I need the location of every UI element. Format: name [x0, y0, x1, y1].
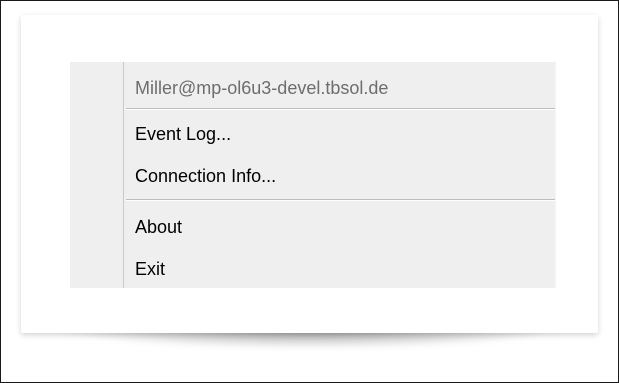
menu-item-event-log[interactable]: Event Log...	[135, 122, 231, 146]
menu-item-about[interactable]: About	[135, 215, 182, 239]
screenshot-card: Miller@mp-ol6u3-devel.tbsol.de Event Log…	[21, 15, 598, 333]
screenshot-frame: Miller@mp-ol6u3-devel.tbsol.de Event Log…	[0, 0, 619, 383]
menu-item-connection-info[interactable]: Connection Info...	[135, 164, 276, 188]
menu-icon-gutter-divider	[123, 62, 124, 288]
context-menu: Miller@mp-ol6u3-devel.tbsol.de Event Log…	[70, 62, 556, 288]
menu-header-account: Miller@mp-ol6u3-devel.tbsol.de	[135, 78, 389, 98]
menu-item-exit[interactable]: Exit	[135, 257, 165, 281]
menu-separator	[126, 199, 555, 201]
menu-separator	[126, 108, 555, 110]
